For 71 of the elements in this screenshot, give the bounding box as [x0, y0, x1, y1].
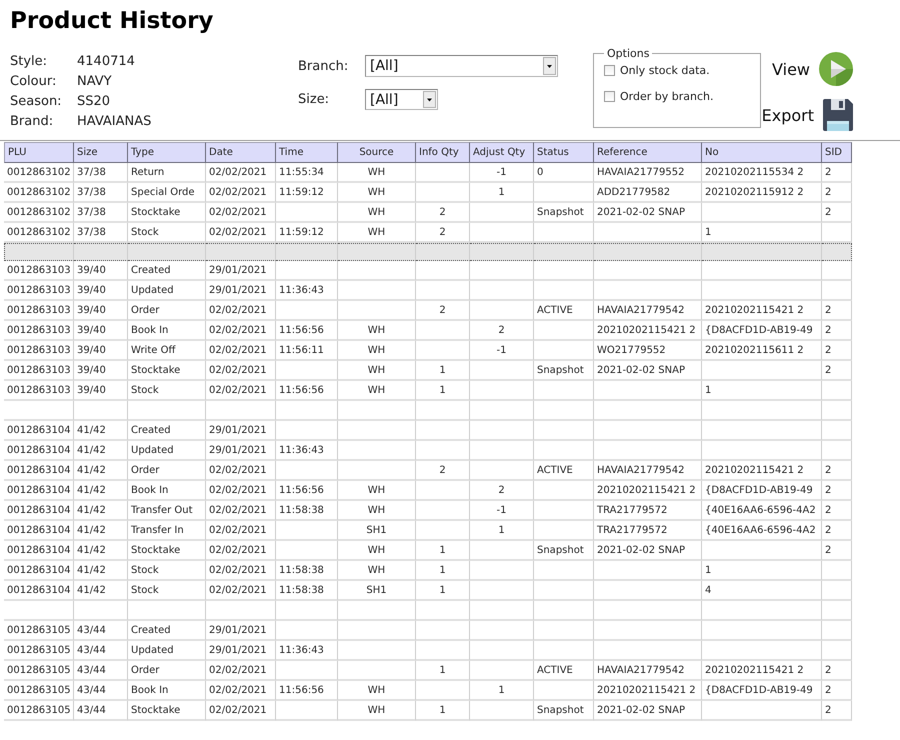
- table-row[interactable]: 0012863102 37/38 Special Orde 02/02/2021 11:59:12 WH 1 ADD21779582 20210202115912 2 2: [4, 183, 852, 203]
- table-row[interactable]: 0012863104 41/42 Stock 02/02/2021 11:58:38 WH 1 1: [4, 561, 852, 581]
- view-button[interactable]: View: [772, 52, 853, 86]
- table-row[interactable]: 0012863103 39/40 Stocktake 02/02/2021 WH 1 Snapshot 2021-02-02 SNAP 2: [4, 361, 852, 381]
- table-row[interactable]: 0012863105 43/44 Created 29/01/2021: [4, 621, 852, 641]
- checkbox[interactable]: [604, 64, 615, 76]
- table-row[interactable]: 0012863103 39/40 Write Off 02/02/2021 11:56:11 WH -1 WO21779552 20210202115611 2 2: [4, 341, 852, 361]
- table-cell: Snapshot: [534, 701, 594, 721]
- detail-label: Brand:: [10, 114, 54, 128]
- table-row[interactable]: 0012863104 41/42 Stock 02/02/2021 11:58:38 SH1 1 4: [4, 581, 852, 601]
- table-row[interactable]: 0012863102 37/38 Return 02/02/2021 11:55:34 WH -1 0 HAVAIA21779552 20210202115534 2 2: [4, 163, 852, 183]
- table-row[interactable]: 0012863103 39/40 Created 29/01/2021: [4, 261, 852, 281]
- save-icon: [823, 99, 853, 131]
- detail-label: Season:: [10, 94, 62, 108]
- column-header[interactable]: Info Qty: [416, 142, 470, 163]
- play-icon: [819, 52, 853, 86]
- checkbox-label[interactable]: Only stock data.: [620, 64, 710, 76]
- table-row[interactable]: 0012863105 43/44 Order 02/02/2021 1 ACTIVE HAVAIA21779542 20210202115421 2 2: [4, 661, 852, 681]
- table-cell: 1: [416, 701, 470, 721]
- caret-icon[interactable]: [423, 91, 436, 108]
- caret-icon[interactable]: [543, 57, 556, 75]
- export-button[interactable]: Export: [762, 99, 853, 131]
- table-cell: 2021-02-02 SNAP: [594, 701, 702, 721]
- column-header[interactable]: PLU: [4, 142, 74, 163]
- column-header[interactable]: No: [702, 142, 822, 163]
- table-row[interactable]: 0012863102 37/38 Stock 02/02/2021 11:59:12 WH 2 1: [4, 223, 852, 243]
- detail-value: HAVAIANAS: [77, 114, 152, 128]
- column-header[interactable]: SID: [822, 142, 852, 163]
- table-row[interactable]: 0012863104 41/42 Transfer In 02/02/2021 SH1 1 TRA21779572 {40E16AA6-6596-4A2 2: [4, 521, 852, 541]
- table-cell: WH: [338, 701, 416, 721]
- options-legend: Options: [604, 47, 652, 60]
- table-cell: Stocktake: [128, 701, 206, 721]
- page-title: Product History: [10, 7, 214, 36]
- table-row[interactable]: 0012863104 41/42 Stocktake 02/02/2021 WH 1 Snapshot 2021-02-02 SNAP 2: [4, 541, 852, 561]
- table-row[interactable]: 0012863103 39/40 Updated 29/01/2021 11:36:43: [4, 281, 852, 301]
- filter-label: Branch:: [298, 58, 348, 74]
- detail-value: 4140714: [77, 54, 135, 68]
- column-header[interactable]: Date: [206, 142, 276, 163]
- detail-label: Colour:: [10, 74, 56, 88]
- table-row[interactable]: 0012863105 43/44 Book In 02/02/2021 11:56:56 WH 1 20210202115421 2 {D8ACFD1D-AB19-49 2: [4, 681, 852, 701]
- column-header[interactable]: Size: [74, 142, 128, 163]
- table-row[interactable]: [4, 243, 852, 261]
- table-cell: 2: [822, 701, 852, 721]
- table-row[interactable]: 0012863104 41/42 Transfer Out 02/02/2021 11:58:38 WH -1 TRA21779572 {40E16AA6-6596-4A2 2: [4, 501, 852, 521]
- table-row[interactable]: 0012863103 39/40 Order 02/02/2021 2 ACTIVE HAVAIA21779542 20210202115421 2 2: [4, 301, 852, 321]
- size-select[interactable]: [All]: [365, 89, 438, 110]
- table-row[interactable]: 0012863104 41/42 Created 29/01/2021: [4, 421, 852, 441]
- table-cell: 02/02/2021: [206, 701, 276, 721]
- column-header[interactable]: Adjust Qty: [470, 142, 534, 163]
- column-header[interactable]: Status: [534, 142, 594, 163]
- table-row[interactable]: 0012863105 43/44 Updated 29/01/2021 11:36:43: [4, 641, 852, 661]
- detail-label: Style:: [10, 54, 48, 68]
- column-header[interactable]: Source: [338, 142, 416, 163]
- detail-value: NAVY: [77, 74, 112, 88]
- column-header[interactable]: Reference: [594, 142, 702, 163]
- checkbox[interactable]: [604, 90, 615, 102]
- table-row[interactable]: 0012863104 41/42 Order 02/02/2021 2 ACTIVE HAVAIA21779542 20210202115421 2 2: [4, 461, 852, 481]
- table-row[interactable]: 0012863104 41/42 Updated 29/01/2021 11:36:43: [4, 441, 852, 461]
- detail-value: SS20: [77, 94, 110, 108]
- checkbox-label[interactable]: Order by branch.: [620, 90, 714, 102]
- table-cell: 0012863105: [4, 701, 74, 721]
- table-row[interactable]: 0012863103 39/40 Stock 02/02/2021 11:56:56 WH 1 1: [4, 381, 852, 401]
- column-header[interactable]: Time: [276, 142, 338, 163]
- branch-select[interactable]: [All]: [365, 55, 558, 77]
- table-row[interactable]: 0012863103 39/40 Book In 02/02/2021 11:56:56 WH 2 20210202115421 2 {D8ACFD1D-AB19-49 2: [4, 321, 852, 341]
- table-cell: 43/44: [74, 701, 128, 721]
- filter-label: Size:: [298, 92, 330, 107]
- table-row[interactable]: 0012863104 41/42 Book In 02/02/2021 11:56:56 WH 2 20210202115421 2 {D8ACFD1D-AB19-49 2: [4, 481, 852, 501]
- table-row[interactable]: 0012863105 43/44 Stocktake 02/02/2021 WH 1 Snapshot 2021-02-02 SNAP 2: [4, 701, 852, 721]
- column-header[interactable]: Type: [128, 142, 206, 163]
- table-row[interactable]: 0012863102 37/38 Stocktake 02/02/2021 WH 2 Snapshot 2021-02-02 SNAP 2: [4, 203, 852, 223]
